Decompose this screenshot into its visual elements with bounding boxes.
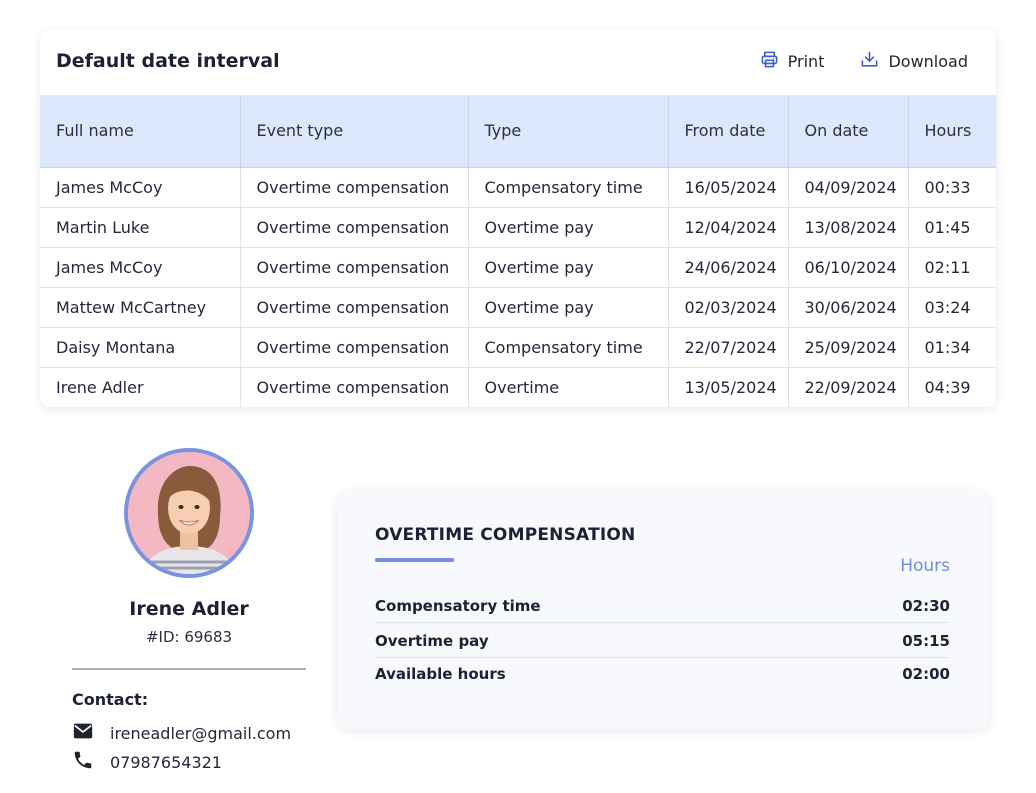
print-label: Print bbox=[787, 52, 825, 71]
overtime-summary-card: OVERTIME COMPENSATION Hours Compensatory… bbox=[337, 491, 989, 729]
report-card: Default date interval Print Download Ful… bbox=[40, 30, 996, 407]
cell-on-date: 13/08/2024 bbox=[787, 206, 909, 248]
column-header-type[interactable]: Type bbox=[467, 95, 669, 168]
table-row[interactable]: Martin Luke Overtime compensation Overti… bbox=[40, 206, 996, 248]
profile-id: #ID: 69683 bbox=[145, 628, 233, 646]
cell-full-name: James McCoy bbox=[40, 166, 241, 208]
cell-full-name: James McCoy bbox=[40, 246, 241, 288]
cell-hours: 01:34 bbox=[907, 326, 996, 368]
cell-from-date: 22/07/2024 bbox=[667, 326, 789, 368]
report-header: Default date interval Print Download bbox=[40, 30, 996, 95]
cell-full-name: Mattew McCartney bbox=[40, 286, 241, 328]
summary-value: 02:30 bbox=[902, 596, 950, 615]
cell-full-name: Daisy Montana bbox=[40, 326, 241, 368]
cell-type: Overtime pay bbox=[467, 206, 669, 248]
hours-column-header: Hours bbox=[900, 556, 950, 576]
cell-event-type: Overtime compensation bbox=[239, 286, 469, 328]
summary-row-overtime-pay: Overtime pay 05:15 bbox=[375, 624, 950, 658]
cell-on-date: 25/09/2024 bbox=[787, 326, 909, 368]
summary-label: Available hours bbox=[375, 665, 506, 683]
cell-event-type: Overtime compensation bbox=[239, 206, 469, 248]
cell-type: Compensatory time bbox=[467, 326, 669, 368]
download-icon bbox=[860, 50, 879, 73]
overtime-table: Full name Event type Type From date On d… bbox=[40, 95, 996, 407]
cell-from-date: 12/04/2024 bbox=[667, 206, 789, 248]
cell-full-name: Irene Adler bbox=[40, 366, 241, 407]
summary-value: 02:00 bbox=[902, 665, 950, 683]
summary-label: Overtime pay bbox=[375, 631, 489, 650]
summary-value: 05:15 bbox=[902, 631, 950, 650]
summary-row-compensatory-time: Compensatory time 02:30 bbox=[375, 589, 950, 623]
column-header-event-type[interactable]: Event type bbox=[239, 95, 469, 168]
cell-type: Overtime pay bbox=[467, 246, 669, 288]
report-title: Default date interval bbox=[56, 50, 280, 72]
phone-text[interactable]: 07987654321 bbox=[110, 753, 222, 772]
email-text[interactable]: ireneadler@gmail.com bbox=[110, 724, 291, 743]
overtime-title-underline bbox=[375, 558, 454, 562]
cell-from-date: 02/03/2024 bbox=[667, 286, 789, 328]
cell-full-name: Martin Luke bbox=[40, 206, 241, 248]
print-button[interactable]: Print bbox=[760, 50, 825, 73]
column-header-on-date[interactable]: On date bbox=[787, 95, 909, 168]
cell-on-date: 06/10/2024 bbox=[787, 246, 909, 288]
cell-event-type: Overtime compensation bbox=[239, 246, 469, 288]
column-header-full-name[interactable]: Full name bbox=[40, 95, 241, 168]
column-header-from-date[interactable]: From date bbox=[667, 95, 789, 168]
cell-from-date: 16/05/2024 bbox=[667, 166, 789, 208]
cell-on-date: 04/09/2024 bbox=[787, 166, 909, 208]
overtime-title: OVERTIME COMPENSATION bbox=[375, 525, 636, 545]
table-row[interactable]: Mattew McCartney Overtime compensation O… bbox=[40, 286, 996, 328]
summary-row-available-hours: Available hours 02:00 bbox=[375, 657, 950, 691]
profile-name: Irene Adler bbox=[129, 598, 249, 620]
summary-label: Compensatory time bbox=[375, 596, 541, 615]
cell-on-date: 22/09/2024 bbox=[787, 366, 909, 407]
cell-on-date: 30/06/2024 bbox=[787, 286, 909, 328]
cell-from-date: 24/06/2024 bbox=[667, 246, 789, 288]
download-button[interactable]: Download bbox=[860, 50, 968, 73]
contact-phone[interactable]: 07987654321 bbox=[72, 749, 222, 775]
phone-icon bbox=[72, 749, 94, 775]
report-actions: Print Download bbox=[760, 50, 968, 73]
cell-type: Overtime bbox=[467, 366, 669, 407]
table-row[interactable]: James McCoy Overtime compensation Overti… bbox=[40, 246, 996, 288]
cell-hours: 02:11 bbox=[907, 246, 996, 288]
cell-event-type: Overtime compensation bbox=[239, 326, 469, 368]
download-label: Download bbox=[888, 52, 968, 71]
cell-hours: 00:33 bbox=[907, 166, 996, 208]
cell-event-type: Overtime compensation bbox=[239, 366, 469, 407]
table-row[interactable]: Irene Adler Overtime compensation Overti… bbox=[40, 366, 996, 407]
cell-hours: 01:45 bbox=[907, 206, 996, 248]
column-header-hours[interactable]: Hours bbox=[907, 95, 996, 168]
contact-email[interactable]: ireneadler@gmail.com bbox=[72, 720, 291, 746]
table-row[interactable]: James McCoy Overtime compensation Compen… bbox=[40, 166, 996, 208]
table-row[interactable]: Daisy Montana Overtime compensation Comp… bbox=[40, 326, 996, 368]
table-header-row: Full name Event type Type From date On d… bbox=[40, 95, 996, 168]
avatar-ring bbox=[124, 448, 254, 578]
cell-type: Compensatory time bbox=[467, 166, 669, 208]
cell-hours: 04:39 bbox=[907, 366, 996, 407]
contact-label: Contact: bbox=[72, 690, 149, 709]
mail-icon bbox=[72, 720, 94, 746]
profile-divider bbox=[72, 668, 306, 670]
cell-type: Overtime pay bbox=[467, 286, 669, 328]
cell-event-type: Overtime compensation bbox=[239, 166, 469, 208]
avatar bbox=[128, 452, 250, 574]
printer-icon bbox=[760, 50, 779, 73]
cell-hours: 03:24 bbox=[907, 286, 996, 328]
cell-from-date: 13/05/2024 bbox=[667, 366, 789, 407]
